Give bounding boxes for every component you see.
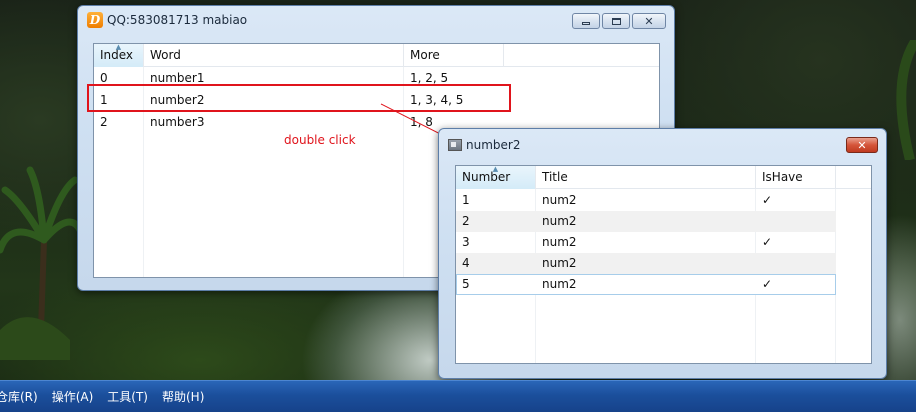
detail-window-titlebar[interactable]: number2 ✕ (439, 129, 886, 161)
cell-more: 1, 3, 4, 5 (410, 93, 464, 107)
cell-title: num2 (542, 277, 577, 291)
close-icon: ✕ (644, 14, 654, 28)
sort-up-icon: ▲ (115, 43, 122, 51)
annotation-text: double click (284, 133, 356, 147)
column-header-label: Number (462, 170, 511, 184)
checkmark-icon: ✓ (762, 193, 773, 207)
cell-word: number3 (150, 115, 205, 129)
cell-word: number1 (150, 71, 205, 85)
cell-index: 0 (100, 71, 108, 85)
cell-number: 1 (462, 193, 470, 207)
detail-window-title: number2 (466, 138, 521, 152)
cell-title: num2 (542, 256, 577, 270)
detail-window: number2 ✕ ▲ Number Title IsHave 1 num2 ✓ (438, 128, 887, 379)
checkmark-icon: ✓ (762, 235, 773, 249)
minimize-button[interactable] (572, 13, 600, 29)
table-row[interactable]: 1 num2 ✓ (456, 190, 836, 211)
detail-window-caption-buttons: ✕ (846, 137, 878, 153)
menu-item-repository[interactable]: 仓库(R) (0, 388, 38, 405)
column-header-index[interactable]: ▲ Index (94, 44, 144, 67)
close-button[interactable]: ✕ (846, 137, 878, 153)
word-list-header: ▲ Index Word More (94, 44, 659, 67)
column-header-word[interactable]: Word (144, 44, 404, 67)
maximize-button[interactable] (602, 13, 630, 29)
main-window-titlebar[interactable]: D QQ:583081713 mabiao ✕ (78, 6, 674, 34)
column-header-label: IsHave (762, 170, 803, 184)
main-window-caption-buttons: ✕ (572, 13, 666, 29)
table-row[interactable]: 0 number1 1, 2, 5 (94, 68, 659, 89)
cell-number: 5 (462, 277, 470, 291)
table-row[interactable]: 4 num2 (456, 253, 836, 274)
menu-item-help[interactable]: 帮助(H) (162, 388, 204, 405)
sort-up-icon: ▲ (492, 165, 499, 173)
cell-more: 1, 8 (410, 115, 433, 129)
cell-title: num2 (542, 193, 577, 207)
menu-item-tools[interactable]: 工具(T) (107, 388, 148, 405)
table-row[interactable]: 2 num2 (456, 211, 836, 232)
cell-word: number2 (150, 93, 205, 107)
palm-tree-decoration (0, 166, 80, 360)
app-logo-icon: D (87, 12, 103, 28)
checkmark-icon: ✓ (762, 277, 773, 291)
cell-index: 2 (100, 115, 108, 129)
column-header-number[interactable]: ▲ Number (456, 166, 536, 189)
cell-number: 4 (462, 256, 470, 270)
cell-title: num2 (542, 214, 577, 228)
maximize-icon (611, 17, 621, 25)
table-row-selected[interactable]: 5 num2 ✓ (456, 274, 836, 295)
column-header-label: Title (542, 170, 568, 184)
column-header-label: More (410, 48, 440, 62)
cell-number: 2 (462, 214, 470, 228)
column-header-more[interactable]: More (404, 44, 504, 67)
table-row[interactable]: 3 num2 ✓ (456, 232, 836, 253)
column-header-ishave[interactable]: IsHave (756, 166, 836, 189)
detail-list-view[interactable]: ▲ Number Title IsHave 1 num2 ✓ 2 num2 3 … (455, 165, 872, 364)
cell-index: 1 (100, 93, 108, 107)
taskbar-menu-bar: 仓库(R) 操作(A) 工具(T) 帮助(H) (0, 380, 916, 412)
table-row[interactable]: 1 number2 1, 3, 4, 5 (94, 90, 659, 111)
close-button[interactable]: ✕ (632, 13, 666, 29)
cell-more: 1, 2, 5 (410, 71, 449, 85)
menu-item-operation[interactable]: 操作(A) (52, 388, 94, 405)
cell-number: 3 (462, 235, 470, 249)
cell-title: num2 (542, 235, 577, 249)
main-window-title: QQ:583081713 mabiao (107, 13, 248, 27)
detail-list-header: ▲ Number Title IsHave (456, 166, 871, 189)
column-header-label: Word (150, 48, 181, 62)
window-icon (448, 139, 462, 151)
minimize-icon (582, 22, 590, 25)
close-icon: ✕ (857, 138, 867, 152)
column-header-title[interactable]: Title (536, 166, 756, 189)
